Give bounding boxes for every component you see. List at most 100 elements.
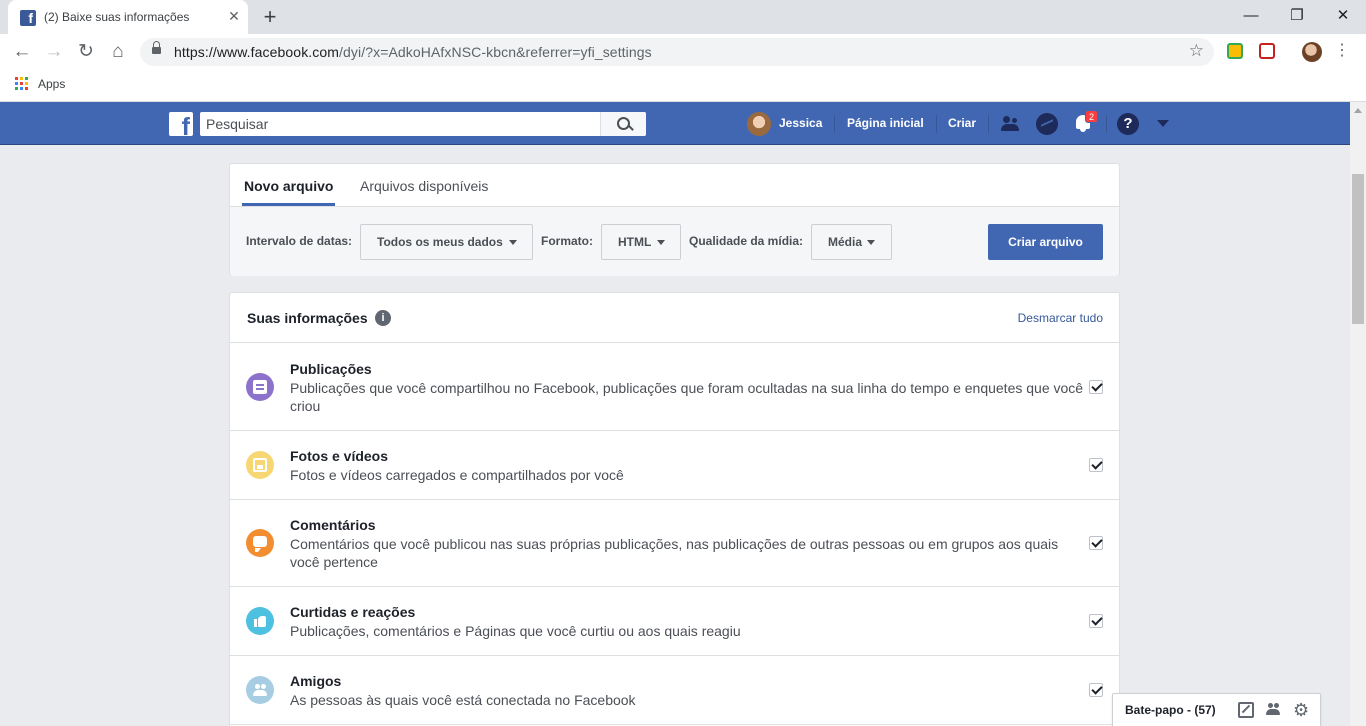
- category-checkbox[interactable]: [1089, 614, 1103, 628]
- create-file-button[interactable]: Criar arquivo: [988, 224, 1103, 260]
- info-icon[interactable]: i: [375, 310, 391, 326]
- category-description: Comentários que você publicou nas suas p…: [290, 536, 1059, 570]
- category-row[interactable]: Amigos As pessoas às quais você está con…: [230, 656, 1119, 725]
- apps-grid-dot: [25, 77, 28, 80]
- create-group-icon[interactable]: [1266, 702, 1282, 718]
- apps-grid-dot: [15, 77, 18, 80]
- pocket-extension-icon[interactable]: [1259, 43, 1275, 59]
- help-icon[interactable]: ?: [1117, 113, 1139, 135]
- search-input[interactable]: [200, 112, 600, 136]
- scroll-up-arrow-icon[interactable]: [1354, 108, 1362, 113]
- back-arrow-icon[interactable]: ←: [10, 41, 34, 63]
- page-scrollbar[interactable]: [1350, 102, 1366, 726]
- comment-icon: [246, 529, 274, 557]
- gear-icon[interactable]: ⚙: [1293, 701, 1309, 719]
- category-row[interactable]: Publicações Publicações que você compart…: [230, 344, 1119, 431]
- create-link[interactable]: Criar: [948, 116, 976, 130]
- new-tab-button[interactable]: +: [258, 6, 282, 28]
- chevron-down-icon: [867, 240, 875, 245]
- category-row[interactable]: Curtidas e reações Publicações, comentár…: [230, 587, 1119, 656]
- facebook-logo-icon[interactable]: f: [169, 112, 193, 136]
- compose-message-icon[interactable]: [1238, 702, 1254, 718]
- reload-icon[interactable]: ↻: [74, 41, 98, 63]
- chevron-down-icon: [509, 240, 517, 245]
- media-quality-value: Média: [828, 235, 863, 249]
- date-range-dropdown[interactable]: Todos os meus dados: [360, 224, 533, 260]
- chat-label[interactable]: Bate-papo - (57): [1125, 703, 1216, 717]
- divider: [936, 115, 937, 133]
- category-checkbox[interactable]: [1089, 380, 1103, 394]
- home-icon[interactable]: ⌂: [106, 41, 130, 63]
- category-checkbox[interactable]: [1089, 683, 1103, 697]
- minimize-button[interactable]: —: [1228, 4, 1274, 28]
- user-avatar[interactable]: [747, 112, 771, 136]
- messenger-icon[interactable]: [1036, 113, 1058, 135]
- friend-requests-icon[interactable]: [1000, 113, 1022, 135]
- date-range-value: Todos os meus dados: [377, 235, 503, 249]
- category-description: Publicações, comentários e Páginas que v…: [290, 623, 741, 639]
- your-information-panel: Suas informações i Desmarcar tudo Public…: [229, 292, 1120, 726]
- lock-icon: [152, 41, 161, 57]
- menu-kebab-icon[interactable]: ⋮: [1334, 41, 1350, 61]
- browser-toolbar: ← → ↻ ⌂ https://www.facebook.com/dyi/?x=…: [0, 34, 1366, 70]
- search-icon[interactable]: [600, 112, 646, 136]
- date-range-label: Intervalo de datas:: [246, 234, 353, 248]
- posts-icon: [246, 373, 274, 401]
- category-row[interactable]: Fotos e vídeos Fotos e vídeos carregados…: [230, 431, 1119, 500]
- profile-avatar[interactable]: [1302, 42, 1322, 62]
- apps-grid-icon[interactable]: [15, 77, 28, 90]
- format-label: Formato:: [541, 234, 593, 248]
- category-checkbox[interactable]: [1089, 536, 1103, 550]
- media-quality-dropdown[interactable]: Média: [811, 224, 892, 260]
- restore-button[interactable]: ❐: [1274, 4, 1320, 28]
- browser-tab-strip: f (2) Baixe suas informações ✕ + — ❐ ✕: [0, 0, 1366, 34]
- category-title: Fotos e vídeos: [290, 448, 389, 464]
- apps-grid-dot: [20, 77, 23, 80]
- profile-link[interactable]: Jessica: [779, 116, 822, 130]
- tab-title: (2) Baixe suas informações: [44, 10, 190, 24]
- facebook-favicon-icon: f: [20, 10, 36, 26]
- home-link[interactable]: Página inicial: [847, 116, 924, 130]
- category-title: Amigos: [290, 673, 342, 689]
- close-tab-icon[interactable]: ✕: [226, 8, 242, 24]
- apps-grid-dot: [20, 87, 23, 90]
- url-text[interactable]: https://www.facebook.com/dyi/?x=AdkoHAfx…: [174, 44, 652, 60]
- category-description: Fotos e vídeos carregados e compartilhad…: [290, 467, 624, 483]
- format-value: HTML: [618, 235, 652, 249]
- forward-arrow-icon[interactable]: →: [42, 41, 66, 63]
- extension-icon[interactable]: [1227, 43, 1243, 59]
- search-box: [200, 112, 646, 136]
- facebook-header: f Jessica Página inicial Criar 2 ?: [0, 102, 1350, 145]
- divider: [834, 115, 835, 133]
- format-dropdown[interactable]: HTML: [601, 224, 681, 260]
- account-menu-caret-icon[interactable]: [1157, 120, 1169, 127]
- apps-grid-dot: [15, 82, 18, 85]
- category-title: Comentários: [290, 517, 376, 533]
- scrollbar-thumb[interactable]: [1352, 174, 1364, 324]
- tab-available-files[interactable]: Arquivos disponíveis: [360, 164, 488, 206]
- close-window-button[interactable]: ✕: [1320, 4, 1366, 28]
- tab-new-file[interactable]: Novo arquivo: [242, 164, 336, 206]
- category-description: As pessoas às quais você está conectada …: [290, 692, 636, 708]
- notification-badge: 2: [1085, 110, 1099, 123]
- media-quality-label: Qualidade da mídia:: [689, 234, 804, 248]
- category-description: Publicações que você compartilhou no Fac…: [290, 380, 1084, 414]
- apps-bookmark[interactable]: Apps: [38, 77, 65, 91]
- bookmarks-bar: Apps: [0, 70, 1366, 102]
- apps-grid-dot: [20, 82, 23, 85]
- apps-grid-dot: [25, 82, 28, 85]
- section-title: Suas informações: [247, 310, 368, 326]
- divider: [1106, 115, 1107, 133]
- info-header: Suas informações i Desmarcar tudo: [230, 293, 1119, 343]
- bookmark-star-icon[interactable]: ☆: [1189, 41, 1204, 61]
- category-row[interactable]: Comentários Comentários que você publico…: [230, 500, 1119, 587]
- apps-grid-dot: [15, 87, 18, 90]
- friends-icon: [246, 676, 274, 704]
- category-checkbox[interactable]: [1089, 458, 1103, 472]
- address-bar[interactable]: https://www.facebook.com/dyi/?x=AdkoHAfx…: [140, 38, 1214, 66]
- chat-bar[interactable]: Bate-papo - (57) ⚙: [1112, 693, 1321, 726]
- category-title: Curtidas e reações: [290, 604, 416, 620]
- archive-controls: Intervalo de datas: Todos os meus dados …: [230, 206, 1119, 276]
- browser-tab[interactable]: f (2) Baixe suas informações ✕: [8, 0, 248, 34]
- deselect-all-link[interactable]: Desmarcar tudo: [1018, 311, 1103, 325]
